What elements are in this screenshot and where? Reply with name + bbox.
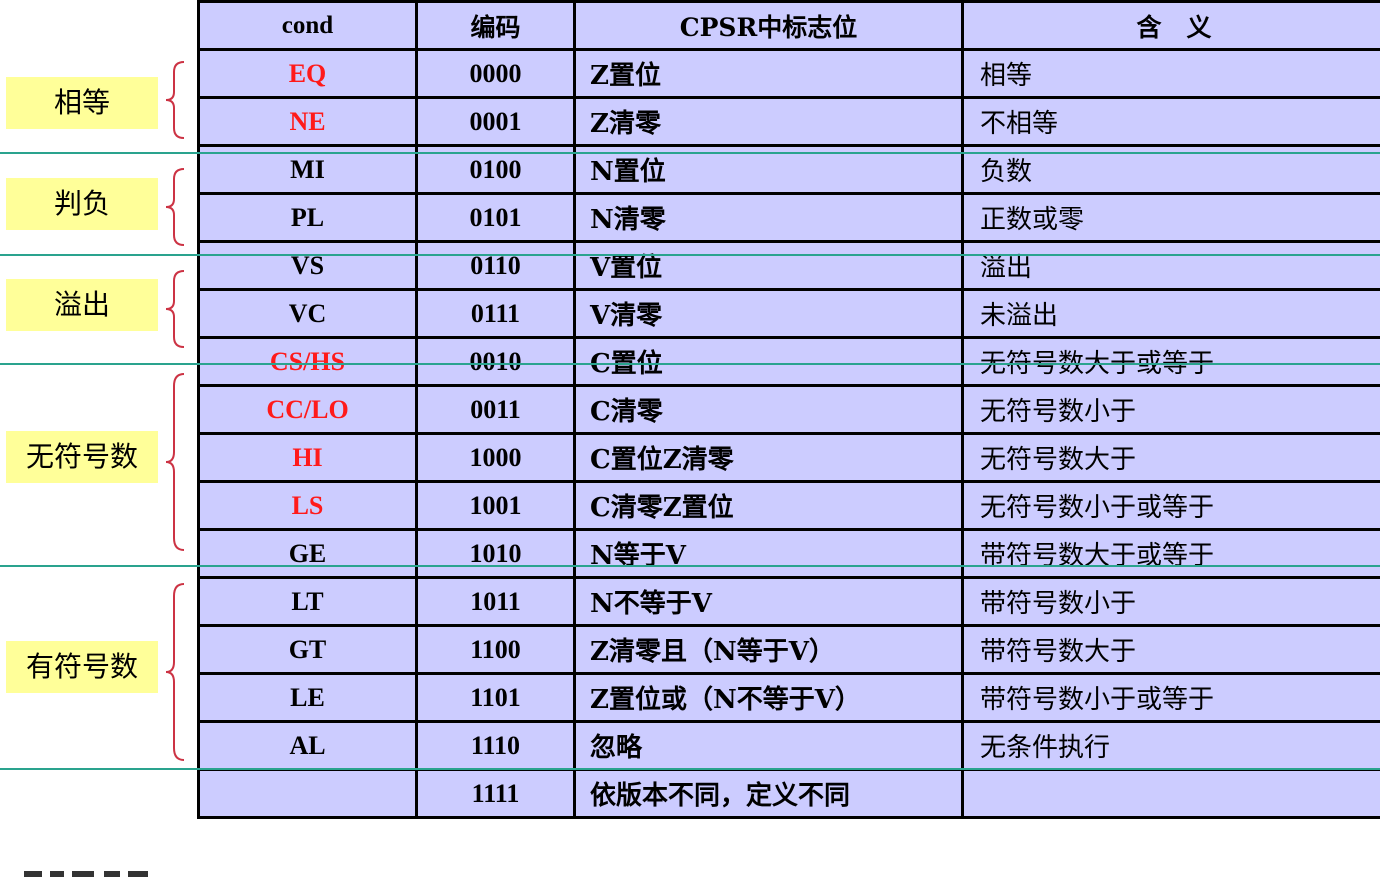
cond-cell: GE — [197, 528, 418, 579]
flag-cell: C清零Z置位 — [573, 480, 964, 531]
flag-cell: V置位 — [573, 240, 964, 291]
group-separator — [0, 565, 1380, 567]
brace-icon — [165, 373, 185, 551]
header-cond: cond — [197, 0, 418, 51]
flag-cell: N等于V — [573, 528, 964, 579]
group-label-unsigned: 无符号数 — [6, 431, 158, 483]
table-row: CS/HS 0010 C置位 无符号数大于或等于 — [197, 336, 1380, 387]
flag-cell: N不等于V — [573, 576, 964, 627]
meaning-cell: 正数或零 — [961, 192, 1380, 243]
cond-cell: VS — [197, 240, 418, 291]
flag-cell: N清零 — [573, 192, 964, 243]
cond-cell: HI — [197, 432, 418, 483]
meaning-cell: 无符号数小于 — [961, 384, 1380, 435]
group-label-overflow: 溢出 — [6, 279, 158, 331]
cond-cell — [197, 768, 418, 819]
code-cell: 1010 — [415, 528, 576, 579]
meaning-cell: 无符号数大于 — [961, 432, 1380, 483]
group-separator — [0, 254, 1380, 256]
cond-cell: NE — [197, 96, 418, 147]
flag-cell: Z清零且（N等于V） — [573, 624, 964, 675]
flag-cell: C置位 — [573, 336, 964, 387]
cond-cell: LT — [197, 576, 418, 627]
group-separator — [0, 152, 1380, 154]
cond-cell: CS/HS — [197, 336, 418, 387]
code-cell: 1101 — [415, 672, 576, 723]
flag-cell: C清零 — [573, 384, 964, 435]
header-meaning: 含 义 — [961, 0, 1380, 51]
group-label-signed: 有符号数 — [6, 641, 158, 693]
table-row: VS 0110 V置位 溢出 — [197, 240, 1380, 291]
meaning-cell: 带符号数小于或等于 — [961, 672, 1380, 723]
table-row: GT 1100 Z清零且（N等于V） 带符号数大于 — [197, 624, 1380, 675]
slide: cond 编码 CPSR中标志位 含 义 EQ 0000 Z置位 相等 NE 0001 Z清… — [0, 0, 1380, 877]
flag-cell: V清零 — [573, 288, 964, 339]
table-row: LT 1011 N不等于V 带符号数小于 — [197, 576, 1380, 627]
meaning-cell: 无符号数大于或等于 — [961, 336, 1380, 387]
table-row: VC 0111 V清零 未溢出 — [197, 288, 1380, 339]
meaning-cell: 溢出 — [961, 240, 1380, 291]
code-cell: 1001 — [415, 480, 576, 531]
flag-cell: Z清零 — [573, 96, 964, 147]
header-flag: CPSR中标志位 — [573, 0, 964, 51]
cond-cell: EQ — [197, 48, 418, 99]
cond-cell: LE — [197, 672, 418, 723]
table-row: AL 1110 忽略 无条件执行 — [197, 720, 1380, 771]
code-cell: 0111 — [415, 288, 576, 339]
table-row: PL 0101 N清零 正数或零 — [197, 192, 1380, 243]
cond-cell: CC/LO — [197, 384, 418, 435]
flag-cell: 依版本不同，定义不同 — [573, 768, 964, 819]
code-cell: 0000 — [415, 48, 576, 99]
group-label-negative: 判负 — [6, 178, 158, 230]
cond-cell: LS — [197, 480, 418, 531]
code-cell: 1110 — [415, 720, 576, 771]
cond-cell: VC — [197, 288, 418, 339]
brace-icon — [165, 168, 185, 246]
meaning-cell: 无符号数小于或等于 — [961, 480, 1380, 531]
table-row: EQ 0000 Z置位 相等 — [197, 48, 1380, 99]
group-separator — [0, 768, 1380, 770]
table-row: LS 1001 C清零Z置位 无符号数小于或等于 — [197, 480, 1380, 531]
table-row: 1111 依版本不同，定义不同 — [197, 768, 1380, 819]
code-cell: 1011 — [415, 576, 576, 627]
flag-cell: Z置位或（N不等于V） — [573, 672, 964, 723]
code-cell: 1100 — [415, 624, 576, 675]
brace-icon — [165, 583, 185, 761]
table-row: NE 0001 Z清零 不相等 — [197, 96, 1380, 147]
flag-cell: Z置位 — [573, 48, 964, 99]
code-cell: 1000 — [415, 432, 576, 483]
code-cell: 0110 — [415, 240, 576, 291]
code-cell: 0101 — [415, 192, 576, 243]
code-cell: 0011 — [415, 384, 576, 435]
meaning-cell: 带符号数大于 — [961, 624, 1380, 675]
table-row: CC/LO 0011 C清零 无符号数小于 — [197, 384, 1380, 435]
cutoff-text-fragment — [24, 871, 148, 877]
cond-cell: AL — [197, 720, 418, 771]
brace-icon — [165, 61, 185, 139]
cond-cell: PL — [197, 192, 418, 243]
cond-cell: GT — [197, 624, 418, 675]
table-row: LE 1101 Z置位或（N不等于V） 带符号数小于或等于 — [197, 672, 1380, 723]
meaning-cell: 无条件执行 — [961, 720, 1380, 771]
meaning-cell — [961, 768, 1380, 819]
code-cell: 0001 — [415, 96, 576, 147]
brace-icon — [165, 270, 185, 348]
meaning-cell: 带符号数小于 — [961, 576, 1380, 627]
meaning-cell: 不相等 — [961, 96, 1380, 147]
table-header-row: cond 编码 CPSR中标志位 含 义 — [197, 0, 1380, 51]
table-row: GE 1010 N等于V 带符号数大于或等于 — [197, 528, 1380, 579]
header-code: 编码 — [415, 0, 576, 51]
condition-code-table: cond 编码 CPSR中标志位 含 义 EQ 0000 Z置位 相等 NE 0001 Z清… — [197, 0, 1380, 819]
code-cell: 0010 — [415, 336, 576, 387]
meaning-cell: 未溢出 — [961, 288, 1380, 339]
meaning-cell: 相等 — [961, 48, 1380, 99]
group-label-equal: 相等 — [6, 77, 158, 129]
group-separator — [0, 363, 1380, 365]
flag-cell: 忽略 — [573, 720, 964, 771]
code-cell: 1111 — [415, 768, 576, 819]
table-row: HI 1000 C置位Z清零 无符号数大于 — [197, 432, 1380, 483]
meaning-cell: 带符号数大于或等于 — [961, 528, 1380, 579]
flag-cell: C置位Z清零 — [573, 432, 964, 483]
